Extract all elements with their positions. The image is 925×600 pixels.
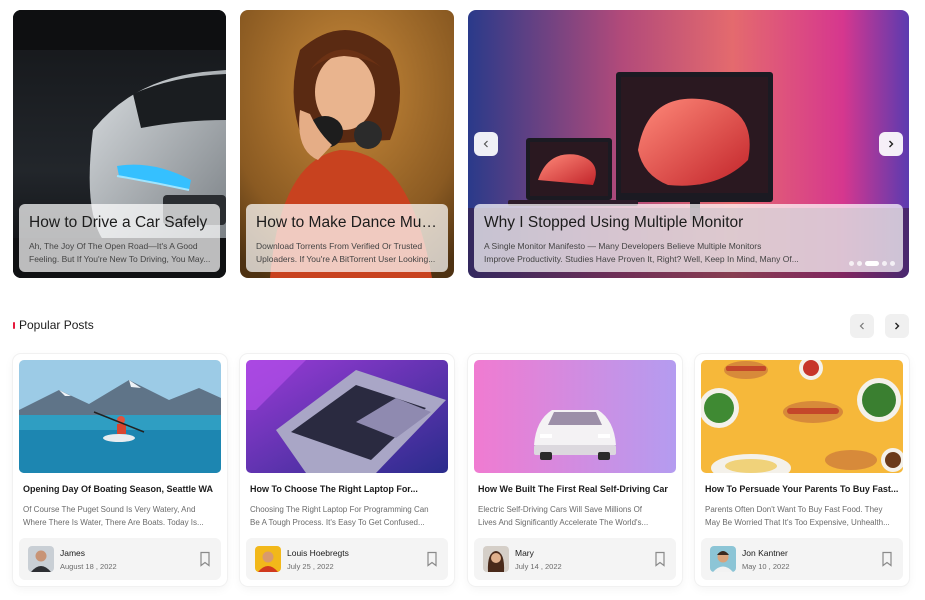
hero-excerpt-line: A Single Monitor Manifesto — Many Develo… xyxy=(484,241,762,251)
post-excerpt-line: Lives And Significantly Accelerate The W… xyxy=(478,517,649,527)
author-box: Louis Hoebregts July 25 , 2022 xyxy=(246,538,448,580)
bookmark-icon[interactable] xyxy=(198,551,212,567)
hero-title: How to Make Dance Music xyxy=(256,214,439,231)
post-excerpt-line: Be A Tough Process. It's Easy To Get Con… xyxy=(250,517,425,527)
bookmark-icon[interactable] xyxy=(425,551,439,567)
post-excerpt-line: Parents Often Don't Want To Buy Fast Foo… xyxy=(705,505,883,514)
post-title[interactable]: Opening Day Of Boating Season, Seattle W… xyxy=(23,484,218,494)
bookmark-icon[interactable] xyxy=(653,551,667,567)
post-excerpt: Of Course The Puget Sound Is Very Watery… xyxy=(23,504,219,529)
section-accent-mark xyxy=(13,322,15,329)
chevron-left-icon xyxy=(483,140,488,148)
popular-posts-header: Popular Posts xyxy=(13,314,909,338)
carousel-dot[interactable] xyxy=(890,261,895,266)
author-name[interactable]: Mary xyxy=(515,548,534,558)
post-excerpt-line: Choosing The Right Laptop For Programmin… xyxy=(250,505,429,514)
author-box: Mary July 14 , 2022 xyxy=(474,538,676,580)
hero-caption: How to Make Dance Music Download Torrent… xyxy=(246,204,448,272)
bookmark-icon[interactable] xyxy=(880,551,894,567)
section-title: Popular Posts xyxy=(19,318,94,332)
carousel-dot[interactable] xyxy=(882,261,887,266)
chevron-right-icon xyxy=(895,322,900,330)
hero-excerpt: Download Torrents From Verified Or Trust… xyxy=(256,240,439,265)
author-name[interactable]: Louis Hoebregts xyxy=(287,548,349,558)
hero-caption: How to Drive a Car Safely Ah, The Joy Of… xyxy=(19,204,220,272)
post-excerpt-line: Where There Is Water, There Are Boats. T… xyxy=(23,517,204,527)
avatar[interactable] xyxy=(483,546,509,572)
post-title[interactable]: How To Choose The Right Laptop For... xyxy=(250,484,445,494)
carousel-dot-active[interactable] xyxy=(865,261,879,266)
popular-prev-button[interactable] xyxy=(850,314,874,338)
chevron-right-icon xyxy=(889,140,894,148)
hero-excerpt: Ah, The Joy Of The Open Road—It's A Good… xyxy=(29,240,211,265)
post-image-car xyxy=(474,360,676,473)
post-card[interactable]: Opening Day Of Boating Season, Seattle W… xyxy=(13,354,227,586)
post-card[interactable]: How To Choose The Right Laptop For... Ch… xyxy=(240,354,454,586)
post-excerpt-line: May Be Worried That It's Too Expensive, … xyxy=(705,517,890,527)
post-title[interactable]: How To Persuade Your Parents To Buy Fast… xyxy=(705,484,900,494)
hero-excerpt-line: Improve Productivity. Studies Have Prove… xyxy=(484,253,799,264)
post-excerpt: Choosing The Right Laptop For Programmin… xyxy=(250,504,446,529)
post-image-kayak xyxy=(19,360,221,473)
post-card[interactable]: How We Built The First Real Self-Driving… xyxy=(468,354,682,586)
author-name[interactable]: James xyxy=(60,548,85,558)
hero-caption: Why I Stopped Using Multiple Monitor A S… xyxy=(474,204,903,272)
hero-excerpt-line: Ah, The Joy Of The Open Road—It's A Good xyxy=(29,241,198,251)
chevron-left-icon xyxy=(859,322,864,330)
hero-excerpt-line: Download Torrents From Verified Or Trust… xyxy=(256,241,423,251)
hero-card-car[interactable]: How to Drive a Car Safely Ah, The Joy Of… xyxy=(13,10,226,278)
hero-next-button[interactable] xyxy=(879,132,903,156)
author-box: Jon Kantner May 10 , 2022 xyxy=(701,538,903,580)
post-excerpt: Electric Self-Driving Cars Will Save Mil… xyxy=(478,504,674,529)
avatar[interactable] xyxy=(710,546,736,572)
hero-card-monitor[interactable]: Why I Stopped Using Multiple Monitor A S… xyxy=(468,10,909,278)
carousel-dot[interactable] xyxy=(857,261,862,266)
post-date: August 18 , 2022 xyxy=(60,562,117,571)
hero-prev-button[interactable] xyxy=(474,132,498,156)
hero-excerpt: A Single Monitor Manifesto — Many Develo… xyxy=(484,240,894,265)
post-card[interactable]: How To Persuade Your Parents To Buy Fast… xyxy=(695,354,909,586)
post-excerpt-line: Of Course The Puget Sound Is Very Watery… xyxy=(23,505,196,514)
post-title[interactable]: How We Built The First Real Self-Driving… xyxy=(478,484,673,494)
avatar[interactable] xyxy=(255,546,281,572)
author-box: James August 18 , 2022 xyxy=(19,538,221,580)
post-image-food xyxy=(701,360,903,473)
author-name[interactable]: Jon Kantner xyxy=(742,548,788,558)
hero-card-music[interactable]: How to Make Dance Music Download Torrent… xyxy=(240,10,454,278)
hero-title: How to Drive a Car Safely xyxy=(29,214,208,231)
carousel-dots xyxy=(849,261,895,266)
post-excerpt-line: Electric Self-Driving Cars Will Save Mil… xyxy=(478,505,643,514)
hero-excerpt-line: Feeling. But If You're New To Driving, Y… xyxy=(29,253,211,264)
popular-next-button[interactable] xyxy=(885,314,909,338)
hero-title: Why I Stopped Using Multiple Monitor xyxy=(484,214,744,231)
post-excerpt: Parents Often Don't Want To Buy Fast Foo… xyxy=(705,504,901,529)
post-date: May 10 , 2022 xyxy=(742,562,790,571)
post-date: July 14 , 2022 xyxy=(515,562,562,571)
hero-excerpt-line: Uploaders. If You're A BitTorrent User L… xyxy=(256,253,436,264)
carousel-dot[interactable] xyxy=(849,261,854,266)
post-date: July 25 , 2022 xyxy=(287,562,334,571)
post-image-laptop xyxy=(246,360,448,473)
avatar[interactable] xyxy=(28,546,54,572)
